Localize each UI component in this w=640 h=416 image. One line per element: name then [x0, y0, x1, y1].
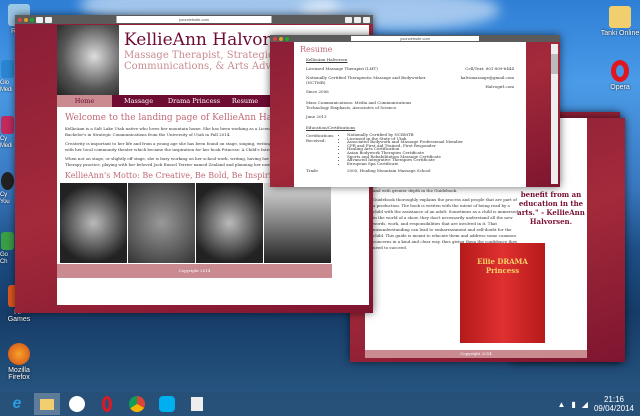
- resume-line: Mass Communications: Media and Communica…: [306, 100, 412, 110]
- opera-taskbar-icon[interactable]: [94, 393, 120, 415]
- resume-name: KellieAnn Halvorsen: [306, 57, 348, 62]
- system-tray: ▲ ▮ ◢ 21:16 09/04/2014: [557, 395, 640, 413]
- icon-label: Cy You: [0, 192, 10, 205]
- book-title: Ellie DRAMA Princess: [477, 257, 528, 275]
- skype-icon[interactable]: [154, 393, 180, 415]
- desktop-icon-media[interactable]: Glo Medi: [0, 60, 15, 94]
- clock[interactable]: 21:16 09/04/2014: [594, 395, 634, 413]
- address-bar[interactable]: yourwebsite.com: [351, 36, 479, 41]
- cert-item: European Spa Certificate: [347, 161, 463, 166]
- opera-icon: [611, 60, 629, 82]
- education-heading: Education/Certifications: [306, 125, 356, 130]
- app-icon: [1, 232, 14, 250]
- settings-button[interactable]: [363, 16, 370, 23]
- gallery-photo[interactable]: [264, 183, 331, 263]
- scrollbar[interactable]: [551, 44, 558, 184]
- resume-window[interactable]: yourwebsite.com Resume KellieAnn Halvors…: [270, 35, 560, 187]
- address-bar[interactable]: yourwebsite.com: [116, 16, 272, 23]
- maximize-icon[interactable]: [285, 36, 289, 41]
- desktop-icon-opera[interactable]: Opera: [600, 60, 640, 91]
- photo-gallery: [60, 183, 332, 263]
- volume-icon[interactable]: ◢: [582, 400, 588, 409]
- gallery-photo[interactable]: [196, 183, 263, 263]
- time: 21:16: [603, 395, 624, 404]
- app-icon: [1, 116, 14, 134]
- paint-icon[interactable]: [184, 393, 210, 415]
- trade-value: 2005, Healing Mountain Massage School: [347, 168, 431, 174]
- icon-label: Opera: [610, 84, 630, 91]
- taskbar: e ▲ ▮ ◢ 21:16 09/04/2014: [0, 392, 640, 416]
- network-icon[interactable]: ▮: [571, 400, 575, 409]
- nav-massage[interactable]: Massage: [112, 95, 165, 107]
- resume-line: Licensed Massage Therapist (LMT): [306, 66, 378, 71]
- close-icon[interactable]: [273, 36, 277, 41]
- website-link[interactable]: Halvogirl.com: [460, 84, 514, 89]
- certifications-list: Nationally Certified by NCBMTBLicensed i…: [339, 133, 463, 165]
- resume-line: Nationally Certified Therapeutic Massage…: [306, 75, 426, 85]
- gallery-photo[interactable]: [128, 183, 195, 263]
- resume-line: Since 2006: [306, 89, 329, 94]
- desktop-icon-cyberlink-media[interactable]: Cy Medi: [0, 116, 15, 150]
- resume-title: Resume: [300, 45, 333, 54]
- maximize-icon[interactable]: [30, 17, 34, 22]
- trade-label: Trade: [306, 168, 318, 174]
- icon-label: Tanki Online: [600, 30, 640, 37]
- phone: Cell/Text: 801-809-6444: [465, 66, 514, 71]
- desktop-icon-cyberlink-youcam[interactable]: Cy You: [0, 172, 15, 206]
- firefox-icon: [8, 343, 30, 365]
- scrollbar-thumb[interactable]: [551, 54, 558, 74]
- file-explorer-icon[interactable]: [34, 393, 60, 415]
- chrome-icon[interactable]: [124, 393, 150, 415]
- icon-label: Cy Medi: [0, 136, 13, 149]
- close-icon[interactable]: [18, 17, 22, 22]
- back-button[interactable]: [36, 16, 43, 23]
- share-button[interactable]: [345, 16, 352, 23]
- nav-home[interactable]: Home: [57, 95, 112, 107]
- certifications-label: Certifications Received:: [306, 133, 334, 143]
- resume-line: June 2013: [306, 114, 327, 119]
- date: 09/04/2014: [593, 404, 634, 413]
- internet-explorer-icon[interactable]: e: [4, 393, 30, 415]
- app-icon: [1, 172, 14, 190]
- forward-button[interactable]: [45, 16, 52, 23]
- folder-icon: [609, 6, 631, 28]
- title-bar: yourwebsite.com: [270, 35, 560, 42]
- email[interactable]: halvomassage@gmail.com: [460, 75, 514, 80]
- resume-page: Resume KellieAnn Halvorsen Licensed Mass…: [294, 42, 526, 187]
- minimize-icon[interactable]: [279, 36, 283, 41]
- desktop-icon-tanki-online[interactable]: Tanki Online: [600, 6, 640, 37]
- icon-label: Go Ch: [0, 252, 8, 265]
- show-hidden-icons-icon[interactable]: ▲: [557, 400, 565, 409]
- desktop-icon-google-chrome[interactable]: Go Ch: [0, 232, 15, 266]
- minimize-icon[interactable]: [24, 17, 28, 22]
- gallery-photo[interactable]: [60, 183, 127, 263]
- footer: Copyright 2014: [365, 350, 587, 358]
- nav-resume[interactable]: Resume: [223, 95, 267, 107]
- icon-label: Mozilla Firefox: [8, 367, 30, 381]
- footer: Copyright 2014: [57, 264, 332, 278]
- desktop-icon-firefox[interactable]: Mozilla Firefox: [2, 343, 36, 381]
- tabs-button[interactable]: [354, 16, 361, 23]
- app-icon: [1, 60, 14, 78]
- icon-label: Glo Medi: [0, 80, 13, 93]
- nav-drama-princess[interactable]: Drama Princess: [165, 95, 223, 107]
- quote: benefit from an education in the arts." …: [517, 190, 585, 226]
- profile-photo: [57, 25, 119, 95]
- hp-icon[interactable]: [64, 393, 90, 415]
- book-cover-image[interactable]: Ellie DRAMA Princess: [460, 243, 545, 343]
- title-bar: yourwebsite.com: [15, 15, 373, 24]
